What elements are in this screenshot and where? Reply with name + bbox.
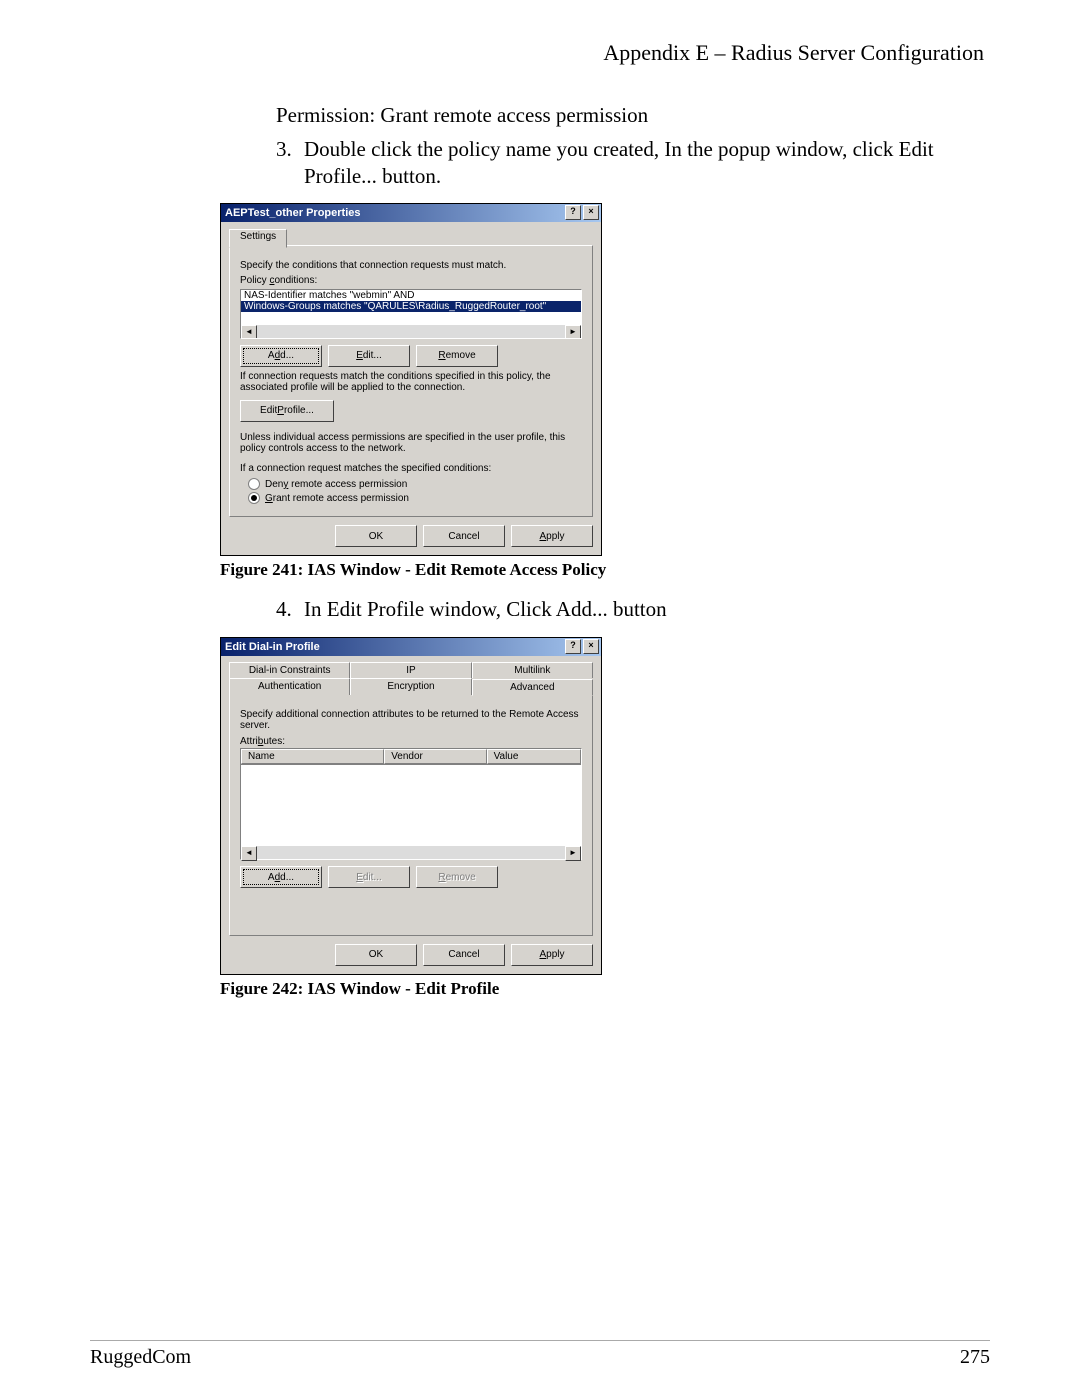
help-icon[interactable]: ? [565, 639, 581, 654]
permission-line: Permission: Grant remote access permissi… [276, 102, 990, 128]
step-3-text: Double click the policy name you created… [304, 136, 990, 189]
policy-conditions-label: Policy conditions: [240, 275, 317, 286]
scroll-left-icon[interactable]: ◄ [241, 325, 257, 339]
tab-settings[interactable]: Settings [229, 229, 287, 248]
tab-authentication[interactable]: Authentication [229, 678, 350, 695]
window-title: Edit Dial-in Profile [225, 641, 565, 653]
footer-brand: RuggedCom [90, 1346, 191, 1369]
step-3-number: 3. [276, 136, 304, 162]
condition-row[interactable]: NAS-Identifier matches "webmin" AND [241, 290, 581, 301]
tab-advanced[interactable]: Advanced [472, 679, 593, 696]
attributes-listview[interactable]: Name Vendor Value ◄ ► [240, 748, 582, 860]
ok-button[interactable]: OK [335, 944, 417, 966]
deny-label: Deny remote access permission [265, 479, 407, 490]
scroll-left-icon[interactable]: ◄ [241, 846, 257, 861]
if-text: If a connection request matches the spec… [240, 463, 582, 475]
h-scrollbar[interactable]: ◄ ► [241, 846, 581, 859]
footer-page-number: 275 [960, 1346, 990, 1369]
page-header: Appendix E – Radius Server Configuration [90, 40, 990, 66]
col-value[interactable]: Value [487, 749, 581, 764]
conditions-listbox[interactable]: NAS-Identifier matches "webmin" AND Wind… [240, 289, 582, 339]
tab-row-1: Dial-in Constraints IP Multilink [229, 662, 593, 678]
tab-row-2: Authentication Encryption Advanced [229, 678, 593, 695]
unless-text: Unless individual access permissions are… [240, 432, 582, 455]
close-icon[interactable]: × [583, 205, 599, 220]
titlebar[interactable]: Edit Dial-in Profile ? × [221, 638, 601, 656]
match-text: If connection requests match the conditi… [240, 371, 582, 394]
deny-radio[interactable]: Deny remote access permission [248, 478, 582, 490]
apply-button[interactable]: Apply [511, 944, 593, 966]
radio-icon [248, 492, 260, 504]
step-4-text: In Edit Profile window, Click Add... but… [304, 596, 990, 622]
tab-multilink[interactable]: Multilink [472, 662, 593, 678]
remove-button: Remove [416, 866, 498, 888]
apply-button[interactable]: Apply [511, 525, 593, 547]
condition-row-selected[interactable]: Windows-Groups matches "QARULES\Radius_R… [241, 301, 581, 312]
grant-label: Grant remote access permission [265, 493, 409, 504]
add-button[interactable]: Add... [240, 345, 322, 367]
titlebar[interactable]: AEPTest_other Properties ? × [221, 204, 601, 222]
close-icon[interactable]: × [583, 639, 599, 654]
radio-icon [248, 478, 260, 490]
cancel-button[interactable]: Cancel [423, 944, 505, 966]
edit-button: Edit... [328, 866, 410, 888]
figure-241-caption: Figure 241: IAS Window - Edit Remote Acc… [220, 560, 990, 580]
scroll-right-icon[interactable]: ► [565, 846, 581, 861]
add-button[interactable]: Add... [240, 866, 322, 888]
tab-dialin-constraints[interactable]: Dial-in Constraints [229, 662, 350, 678]
tab-ip[interactable]: IP [350, 662, 471, 678]
help-icon[interactable]: ? [565, 205, 581, 220]
cancel-button[interactable]: Cancel [423, 525, 505, 547]
figure-242-caption: Figure 242: IAS Window - Edit Profile [220, 979, 990, 999]
grant-radio[interactable]: Grant remote access permission [248, 492, 582, 504]
edit-profile-button[interactable]: Edit Profile... [240, 400, 334, 422]
tab-encryption[interactable]: Encryption [350, 678, 471, 695]
edit-button[interactable]: Edit... [328, 345, 410, 367]
col-name[interactable]: Name [241, 749, 384, 764]
edit-profile-dialog: Edit Dial-in Profile ? × Dial-in Constra… [220, 637, 602, 975]
ok-button[interactable]: OK [335, 525, 417, 547]
h-scrollbar[interactable]: ◄ ► [241, 325, 581, 338]
step-4-number: 4. [276, 596, 304, 622]
window-title: AEPTest_other Properties [225, 207, 565, 219]
spec-text: Specify the conditions that connection r… [240, 260, 582, 272]
properties-dialog: AEPTest_other Properties ? × Settings Sp… [220, 203, 602, 557]
attributes-label: Attributes: [240, 736, 285, 747]
scroll-right-icon[interactable]: ► [565, 325, 581, 339]
spec-text: Specify additional connection attributes… [240, 709, 582, 732]
remove-button[interactable]: Remove [416, 345, 498, 367]
col-vendor[interactable]: Vendor [384, 749, 486, 764]
footer-rule [90, 1340, 990, 1341]
